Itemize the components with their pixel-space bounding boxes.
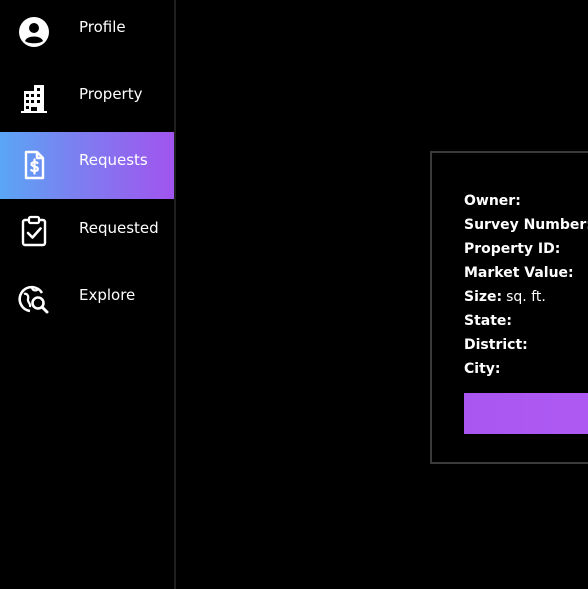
survey-number-field: Survey Number:: [464, 213, 588, 237]
owner-label: Owner:: [464, 193, 521, 209]
sidebar-item-requests[interactable]: Requests: [0, 132, 174, 199]
survey-number-label: Survey Number:: [464, 217, 588, 233]
sidebar-item-label: Requested: [79, 219, 159, 237]
property-id-field: Property ID:: [464, 237, 588, 261]
dollar-document-icon: [18, 149, 50, 181]
size-value: sq. ft.: [506, 289, 546, 305]
property-id-label: Property ID:: [464, 241, 561, 257]
sidebar-item-label: Explore: [79, 286, 136, 304]
district-label: District:: [464, 337, 528, 353]
sidebar-item-label: Profile: [79, 18, 126, 36]
globe-search-icon: [18, 283, 50, 315]
state-field: State:: [464, 309, 588, 333]
request-action-button[interactable]: [464, 393, 588, 434]
user-circle-icon: [18, 16, 50, 48]
sidebar-item-requested[interactable]: Requested: [0, 199, 174, 266]
sidebar-item-profile[interactable]: Profile: [0, 0, 174, 67]
sidebar-item-explore[interactable]: Explore: [0, 266, 174, 333]
building-icon: [18, 83, 50, 115]
market-value-field: Market Value:: [464, 261, 588, 285]
size-label: Size:: [464, 289, 503, 305]
property-details-list: Owner: Survey Number: Property ID: Marke…: [464, 189, 588, 381]
owner-field: Owner:: [464, 189, 588, 213]
city-label: City:: [464, 361, 501, 377]
sidebar-item-property[interactable]: Property: [0, 67, 174, 134]
sidebar: Profile Property Requests Requested Expl…: [0, 0, 176, 589]
sidebar-item-label: Requests: [79, 151, 148, 169]
sidebar-item-label: Property: [79, 85, 143, 103]
property-request-card: Owner: Survey Number: Property ID: Marke…: [430, 151, 588, 464]
app-window: Profile Property Requests Requested Expl…: [0, 0, 588, 589]
district-field: District:: [464, 333, 588, 357]
state-label: State:: [464, 313, 513, 329]
city-field: City:: [464, 357, 588, 381]
clipboard-check-icon: [18, 215, 50, 247]
size-field: Size: sq. ft.: [464, 285, 588, 309]
market-value-label: Market Value:: [464, 265, 574, 281]
